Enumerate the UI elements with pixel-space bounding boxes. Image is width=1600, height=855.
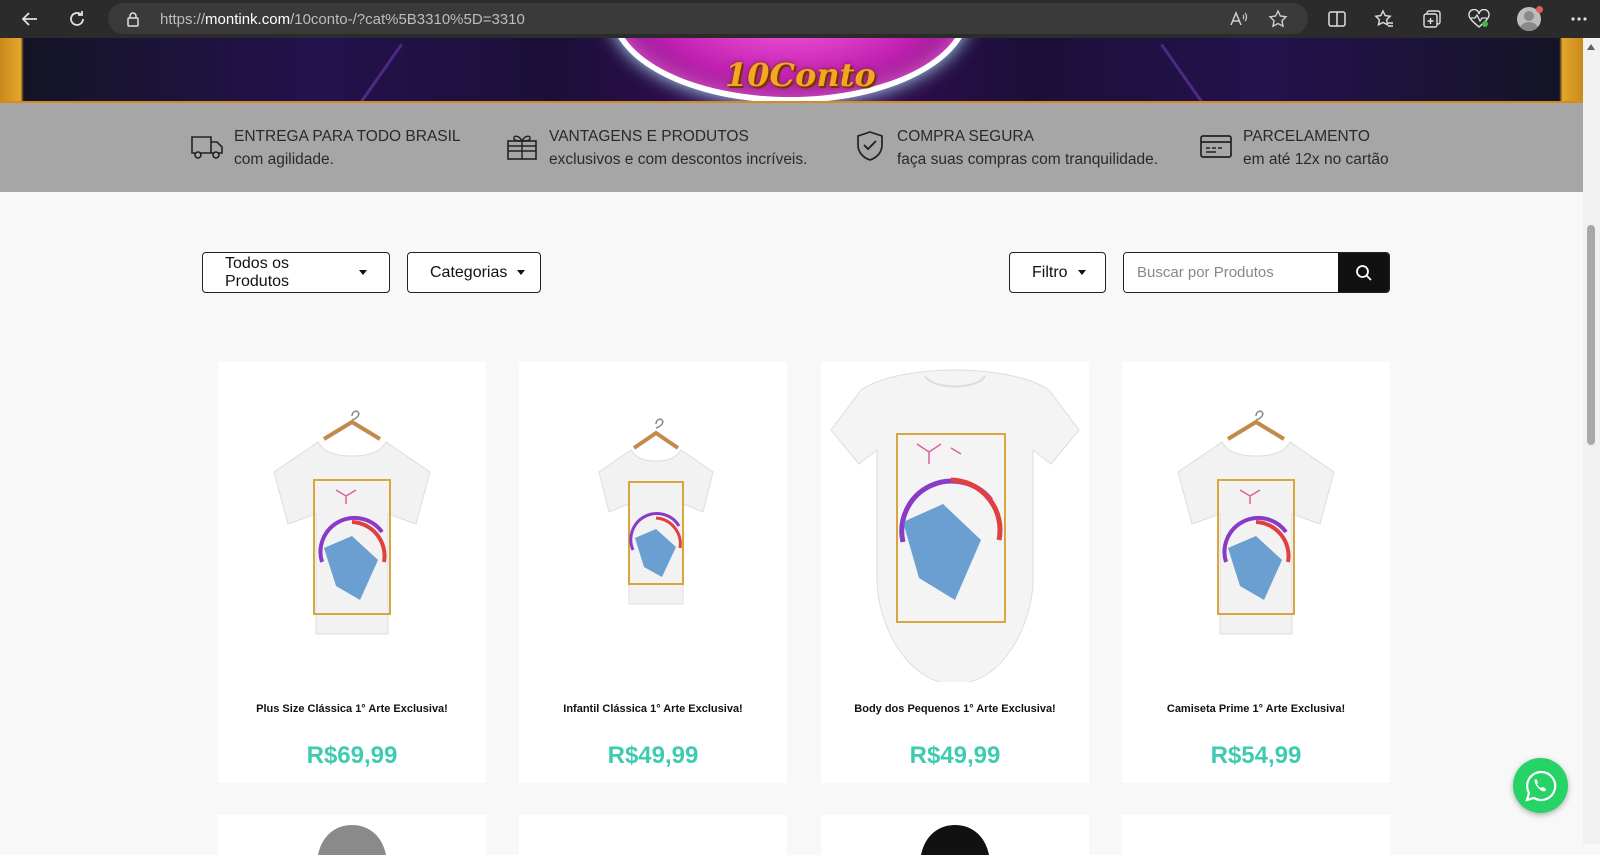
feature-title: VANTAGENS E PRODUTOS	[549, 128, 749, 145]
read-aloud-icon[interactable]	[1228, 9, 1248, 34]
favorites-icon[interactable]	[1372, 7, 1396, 31]
feature-secure-purchase: COMPRA SEGURA faça suas compras com tran…	[853, 125, 1158, 171]
url-prefix: https://	[160, 11, 206, 28]
product-image[interactable]	[519, 362, 787, 682]
product-image[interactable]	[218, 362, 486, 682]
product-name[interactable]: Plus Size Clássica 1° Arte Exclusiva!	[238, 702, 466, 717]
credit-card-icon	[1200, 135, 1232, 158]
collections-icon[interactable]	[1420, 7, 1444, 31]
features-strip: ENTREGA PARA TODO BRASIL com agilidade. …	[0, 103, 1583, 192]
back-arrow-icon[interactable]	[18, 7, 42, 31]
product-image[interactable]	[1122, 362, 1390, 682]
caret-down-icon	[517, 270, 526, 275]
product-card[interactable]: Camiseta Prime 1° Arte Exclusiva! R$54,9…	[1122, 362, 1390, 783]
product-image[interactable]	[821, 362, 1089, 682]
url-domain: montink.com	[205, 11, 291, 28]
product-card-partial[interactable]	[519, 815, 787, 855]
feature-subtitle: faça suas compras com tranquilidade.	[897, 151, 1159, 168]
product-name[interactable]: Body dos Pequenos 1° Arte Exclusiva!	[841, 702, 1069, 717]
feature-subtitle: exclusivos e com descontos incríveis.	[549, 151, 808, 168]
feature-title: ENTREGA PARA TODO BRASIL	[234, 128, 461, 145]
feature-title: COMPRA SEGURA	[897, 128, 1034, 145]
store-banner: 10Conto	[0, 38, 1583, 103]
product-price: R$54,99	[1210, 742, 1302, 769]
feature-subtitle: em até 12x no cartão	[1243, 151, 1389, 168]
categories-dropdown[interactable]: Categorias	[407, 252, 541, 293]
browser-toolbar: https://montink.com/10conto-/?cat%5B3310…	[0, 0, 1600, 38]
url-text[interactable]: https://montink.com/10conto-/?cat%5B3310…	[160, 11, 525, 28]
browser-essentials-icon[interactable]	[1467, 7, 1491, 31]
search-input[interactable]	[1124, 253, 1339, 292]
more-options-icon[interactable]	[1567, 7, 1591, 31]
caret-down-icon	[1077, 270, 1086, 275]
product-name[interactable]: Infantil Clássica 1° Arte Exclusiva!	[539, 702, 767, 717]
whatsapp-button[interactable]	[1513, 758, 1568, 813]
product-card-partial[interactable]	[821, 815, 1089, 855]
store-logo[interactable]: 10Conto	[725, 56, 876, 94]
page-scrollbar[interactable]	[1583, 38, 1600, 844]
split-screen-icon[interactable]	[1325, 7, 1349, 31]
filter-label: Filtro	[1032, 263, 1068, 281]
hoodie-image	[318, 825, 386, 855]
feature-advantages: VANTAGENS E PRODUTOS exclusivos e com de…	[505, 125, 807, 171]
shield-check-icon	[857, 131, 883, 161]
product-card[interactable]: Plus Size Clássica 1° Arte Exclusiva! R$…	[218, 362, 486, 783]
categories-label: Categorias	[430, 263, 508, 281]
lock-icon[interactable]	[126, 11, 140, 32]
scroll-up-arrow-icon[interactable]	[1587, 44, 1595, 50]
product-card[interactable]: Body dos Pequenos 1° Arte Exclusiva! R$4…	[821, 362, 1089, 783]
feature-delivery: ENTREGA PARA TODO BRASIL com agilidade.	[190, 125, 461, 171]
product-name[interactable]: Camiseta Prime 1° Arte Exclusiva!	[1142, 702, 1370, 717]
hoodie-image	[921, 825, 989, 855]
product-price: R$49,99	[909, 742, 1001, 769]
product-card-partial[interactable]	[218, 815, 486, 855]
product-search	[1123, 252, 1390, 293]
product-card[interactable]: Infantil Clássica 1° Arte Exclusiva! R$4…	[519, 362, 787, 783]
product-price: R$49,99	[607, 742, 699, 769]
search-icon	[1355, 264, 1372, 281]
favorite-star-icon[interactable]	[1268, 9, 1288, 34]
caret-down-icon	[359, 270, 367, 275]
filter-dropdown[interactable]: Filtro	[1009, 252, 1106, 293]
whatsapp-icon	[1524, 770, 1556, 802]
all-products-dropdown[interactable]: Todos os Produtos	[202, 252, 390, 293]
address-bar[interactable]: https://montink.com/10conto-/?cat%5B3310…	[108, 3, 1308, 34]
url-path: /10conto-/?cat%5B3310%5D=3310	[290, 11, 525, 28]
scrollbar-thumb[interactable]	[1587, 225, 1595, 445]
feature-title: PARCELAMENTO	[1243, 128, 1370, 145]
all-products-label: Todos os Produtos	[225, 254, 290, 290]
product-card-partial[interactable]	[1122, 815, 1390, 855]
search-button[interactable]	[1338, 253, 1389, 292]
product-price: R$69,99	[306, 742, 398, 769]
feature-subtitle: com agilidade.	[234, 151, 334, 168]
truck-icon	[191, 136, 223, 159]
reload-icon[interactable]	[65, 7, 89, 31]
feature-installments: PARCELAMENTO em até 12x no cartão	[1199, 125, 1389, 171]
notification-dot	[1536, 6, 1543, 13]
gift-icon	[507, 135, 537, 160]
